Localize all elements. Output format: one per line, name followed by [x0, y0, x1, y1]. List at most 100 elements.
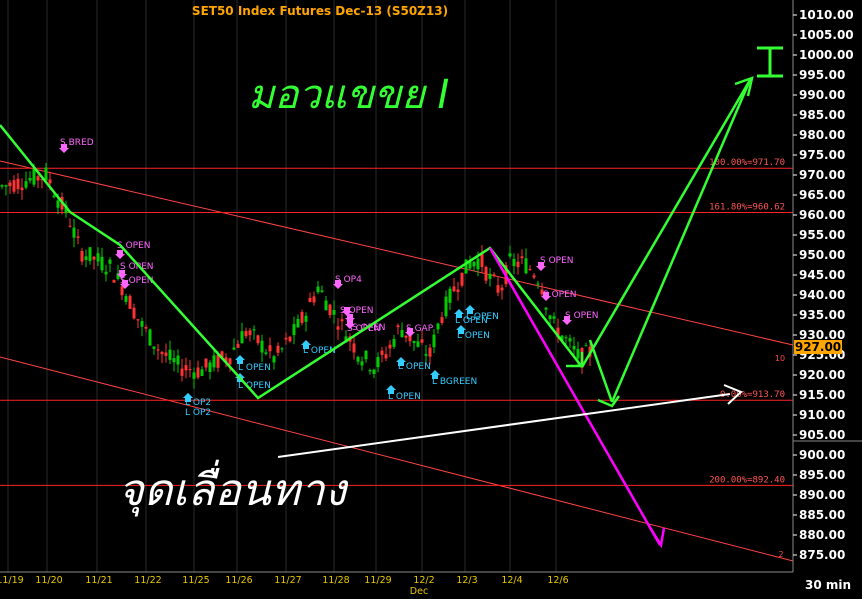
candle-body — [516, 261, 520, 268]
short-signal-label: S BRED — [60, 138, 94, 148]
candle-body — [192, 372, 196, 379]
candle-body — [168, 349, 172, 360]
candle-body — [176, 355, 180, 365]
candle-body — [568, 338, 572, 342]
y-tick-label: 985.00 — [799, 108, 845, 122]
candle-body — [108, 259, 112, 264]
zigzag-wave-line — [0, 124, 583, 400]
candle-body — [156, 349, 160, 351]
candle-body — [128, 295, 132, 309]
candle-body — [428, 347, 432, 357]
candle-body — [328, 304, 332, 316]
timeframe-label: 30 min — [805, 578, 851, 592]
candle-body — [436, 323, 440, 330]
candle-body — [392, 339, 396, 347]
candle-body — [288, 336, 292, 342]
short-signal-label: S OPEN — [540, 256, 574, 266]
trade-signals: S BREDS OPENS OPENS OPENL OP2L OP2L OPEN… — [59, 138, 599, 418]
candle-body — [416, 341, 420, 347]
candle-body — [532, 275, 536, 278]
x-tick-label: 12/6 — [547, 575, 568, 586]
candle-body — [160, 352, 164, 355]
candle-body — [548, 315, 552, 320]
candle-body — [152, 346, 156, 349]
y-tick-label: 955.00 — [799, 228, 845, 242]
candle-body — [404, 335, 408, 338]
candle-body — [136, 319, 140, 321]
y-tick-label: 960.00 — [799, 208, 845, 222]
candle-body — [188, 368, 192, 371]
x-tick-label: 12/3 — [456, 575, 477, 586]
y-tick-label: 875.00 — [799, 548, 845, 562]
candle-body — [472, 261, 476, 267]
candle-body — [292, 324, 296, 336]
candle-body — [48, 179, 52, 184]
price-chart: 10 2 100.00%=971.70 161.80%=960.62 0.00%=91… — [0, 0, 862, 597]
candle-body — [320, 290, 324, 292]
candle-body — [92, 256, 96, 260]
candle-body — [208, 362, 212, 372]
long-signal-label: L OPEN — [457, 331, 490, 341]
month-label: Dec — [410, 586, 428, 597]
candle-body — [4, 185, 8, 187]
candle-body — [524, 258, 528, 274]
candle-body — [28, 177, 32, 181]
candle-body — [452, 286, 456, 292]
x-tick-label: 11/22 — [134, 575, 161, 586]
candle-body — [280, 348, 284, 350]
candle-body — [236, 344, 240, 348]
y-tick-label: 945.00 — [799, 268, 845, 282]
projection-dip-line — [588, 339, 614, 403]
handwritten-note-green: มอวแขขย I — [248, 72, 449, 118]
candle-body — [140, 321, 144, 327]
candle-body — [456, 289, 460, 292]
hand-drawn-annotations: มอวแขขย I จุดเลื่อนทาง — [0, 46, 783, 549]
candle-body — [508, 253, 512, 257]
candle-body — [228, 358, 232, 365]
candle-body — [420, 339, 424, 343]
y-tick-label: 890.00 — [799, 488, 845, 502]
candle-body — [480, 254, 484, 267]
candle-body — [16, 178, 20, 190]
candle-body — [124, 296, 128, 302]
candle-body — [80, 250, 84, 262]
long-signal-label: L BGREEN — [432, 377, 477, 387]
candle-body — [500, 287, 504, 291]
candle-body — [564, 337, 568, 339]
x-tick-label: 11/27 — [274, 575, 301, 586]
candle-body — [184, 365, 188, 371]
channel-label: 2 — [778, 550, 783, 559]
candle-body — [20, 187, 24, 191]
y-tick-label: 880.00 — [799, 528, 845, 542]
long-signal-label: L OPEN — [388, 392, 421, 402]
candle-body — [76, 236, 80, 238]
projection-up-line-a — [580, 79, 752, 368]
candle-body — [356, 356, 360, 362]
y-tick-label: 885.00 — [799, 508, 845, 522]
long-signal-label: L OPEN — [238, 363, 271, 373]
candle-body — [284, 337, 288, 340]
candle-body — [412, 340, 416, 344]
candle-body — [84, 256, 88, 260]
candle-body — [268, 345, 272, 352]
candle-body — [104, 271, 108, 275]
x-tick-label: 11/20 — [35, 575, 62, 586]
candle-body — [252, 329, 256, 331]
channel-label: 10 — [775, 354, 785, 363]
y-tick-label: 980.00 — [799, 128, 845, 142]
candle-body — [340, 319, 344, 322]
candle-body — [364, 350, 368, 360]
long-signal-label: L OPEN — [466, 312, 499, 322]
candle-body — [248, 330, 252, 336]
candle-body — [68, 225, 72, 227]
x-axis-ticks: 11/19 11/20 11/21 11/22 11/25 11/26 11/27 11/28… — [0, 575, 569, 597]
x-tick-label: 11/29 — [364, 575, 391, 586]
long-signal-label: L OP2 — [185, 408, 211, 418]
candle-body — [36, 176, 40, 181]
candle-body — [432, 334, 436, 348]
y-tick-label: 975.00 — [799, 148, 845, 162]
candle-body — [132, 307, 136, 319]
candle-body — [24, 181, 28, 188]
candle-body — [440, 317, 444, 323]
candle-body — [520, 256, 524, 259]
